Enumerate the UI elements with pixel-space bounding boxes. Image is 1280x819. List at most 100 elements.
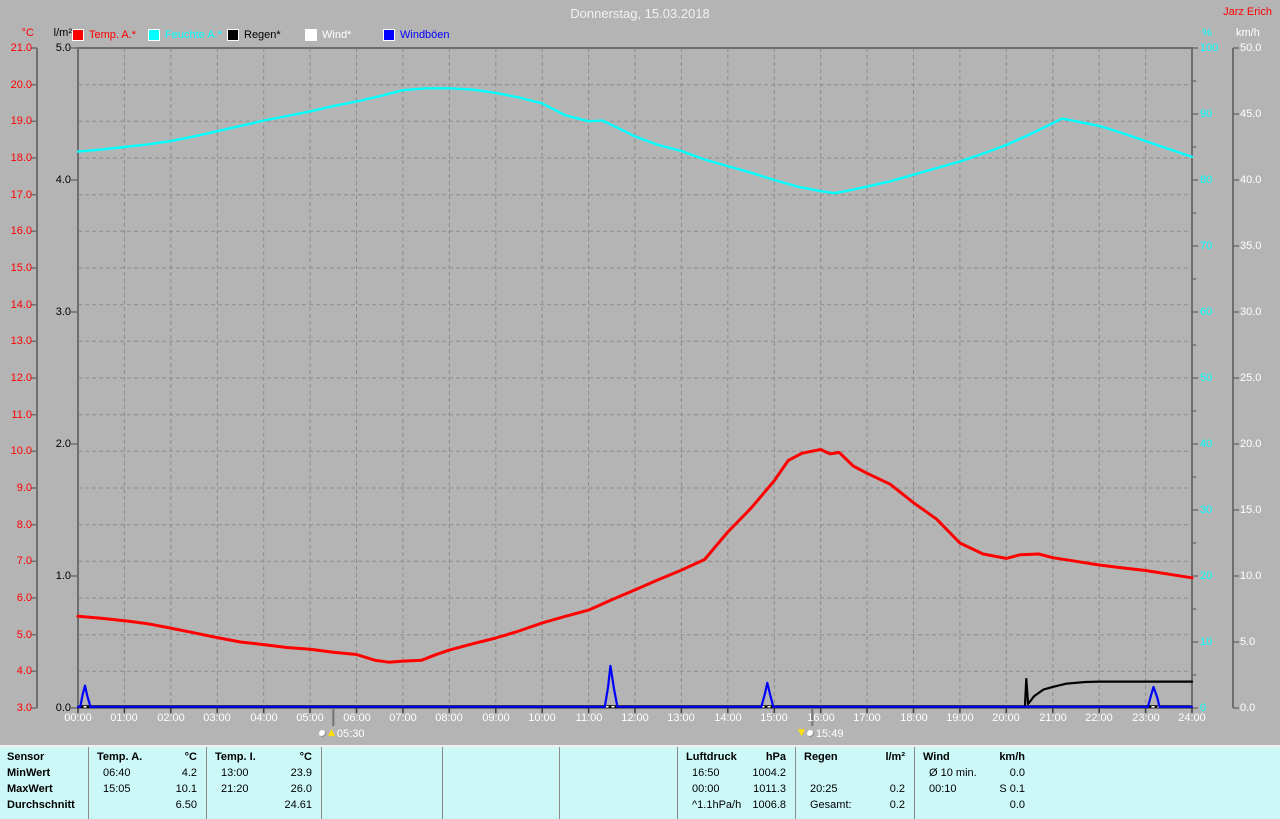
table-cell-value: 0.0 <box>1009 767 1025 779</box>
row-label-minwert: MinWert <box>7 767 51 779</box>
humidity-tick-label: 80 <box>1200 174 1213 186</box>
moonset-time: 15:49 <box>815 727 844 740</box>
rain-tick-label: 4.0 <box>55 174 71 186</box>
time-tick-label: 14:00 <box>714 712 742 724</box>
temp-tick-label: 9.0 <box>16 482 32 494</box>
temp-tick-label: 5.0 <box>16 629 32 641</box>
table-cell-time: 16:50 <box>692 767 720 779</box>
table-cell-time: Ø 10 min. <box>929 767 977 779</box>
moonset-arrow-icon: ▼ <box>798 728 805 738</box>
time-tick-label: 05:00 <box>296 712 324 724</box>
table-section-wind: Wind km/h Ø 10 min. 0.0 00:10 S 0.1 0.0 <box>914 747 1035 819</box>
wind-tick-label: 30.0 <box>1240 306 1262 318</box>
section-unit: °C <box>184 751 197 763</box>
table-cell-value: 4.2 <box>181 767 197 779</box>
humidity-tick-label: 100 <box>1200 42 1219 54</box>
time-tick-label: 22:00 <box>1085 712 1113 724</box>
table-cell-value: 0.2 <box>889 783 905 795</box>
section-unit: l/m² <box>885 751 905 763</box>
table-section-regen: Regen l/m² 20:25 0.2 Gesamt: 0.2 <box>795 747 915 819</box>
wind-tick-label: 45.0 <box>1240 108 1262 120</box>
temp-tick-label: 17.0 <box>10 189 32 201</box>
time-tick-label: 12:00 <box>621 712 649 724</box>
time-tick-label: 13:00 <box>667 712 695 724</box>
temp-tick-label: 21.0 <box>10 42 32 54</box>
table-cell-time: 21:20 <box>221 783 249 795</box>
temp-tick-label: 11.0 <box>11 409 32 421</box>
table-cell-value: 10.1 <box>175 783 197 795</box>
humidity-tick-label: 90 <box>1200 108 1213 120</box>
time-tick-label: 01:00 <box>110 712 138 724</box>
time-tick-label: 10:00 <box>528 712 556 724</box>
temp-tick-label: 20.0 <box>10 79 32 91</box>
time-tick-label: 20:00 <box>992 712 1020 724</box>
temp-tick-label: 18.0 <box>10 152 32 164</box>
wind-tick-label: 15.0 <box>1240 504 1262 516</box>
table-section-temp-a-: Temp. A. °C 06:40 4.2 15:05 10.1 6.50 <box>88 747 207 819</box>
moon-icon <box>806 730 814 737</box>
table-cell-value: 6.50 <box>175 799 197 811</box>
temp-tick-label: 15.0 <box>10 262 32 274</box>
wind-tick-label: 40.0 <box>1240 174 1262 186</box>
section-title: Luftdruck <box>686 751 737 763</box>
table-cell-value: 0.0 <box>1009 799 1025 811</box>
rain-tick-label: 2.0 <box>55 438 71 450</box>
table-cell-value: 26.0 <box>290 783 312 795</box>
time-tick-label: 24:00 <box>1178 712 1206 724</box>
temp-tick-label: 6.0 <box>16 592 32 604</box>
time-tick-label: 21:00 <box>1039 712 1067 724</box>
time-tick-label: 03:00 <box>203 712 231 724</box>
temp-tick-label: 8.0 <box>16 519 32 531</box>
time-tick-label: 02:00 <box>157 712 185 724</box>
humidity-tick-label: 70 <box>1200 240 1213 252</box>
table-cell-time: Gesamt: <box>810 799 852 811</box>
table-cell-time: 00:10 <box>929 783 957 795</box>
table-cell-value: S 0.1 <box>999 783 1025 795</box>
weather-station-app: { "header": { "title": "Donnerstag, 15.0… <box>0 0 1280 819</box>
wind-tick-label: 10.0 <box>1240 570 1262 582</box>
wind-tick-label: 50.0 <box>1240 42 1262 54</box>
section-title: Wind <box>923 751 950 763</box>
moonrise-marker: ▲ 05:30 <box>319 726 364 741</box>
wind-tick-label: 0.0 <box>1240 702 1256 714</box>
moon-icon <box>319 730 326 737</box>
table-cell-time: 20:25 <box>810 783 838 795</box>
summary-table: Sensor MinWert MaxWert Durchschnitt Temp… <box>0 745 1280 819</box>
time-tick-label: 23:00 <box>1132 712 1160 724</box>
section-title: Temp. A. <box>97 751 143 763</box>
temp-tick-label: 7.0 <box>16 555 32 567</box>
table-cell-time: 13:00 <box>221 767 249 779</box>
weather-chart <box>0 0 1280 745</box>
rain-tick-label: 3.0 <box>55 306 71 318</box>
time-tick-label: 18:00 <box>900 712 928 724</box>
moonrise-arrow-icon: ▲ <box>328 728 335 738</box>
temp-tick-label: 12.0 <box>10 372 32 384</box>
humidity-tick-label: 20 <box>1200 570 1213 582</box>
table-cell-value: 24.61 <box>284 799 312 811</box>
table-cell-value: 1004.2 <box>752 767 786 779</box>
wind-tick-label: 25.0 <box>1240 372 1262 384</box>
humidity-tick-label: 40 <box>1200 438 1213 450</box>
time-tick-label: 19:00 <box>946 712 974 724</box>
table-cell-time: 15:05 <box>103 783 131 795</box>
table-section-empty <box>442 747 560 819</box>
table-cell-time: ^1.1hPa/h <box>692 799 742 811</box>
temp-tick-label: 13.0 <box>10 335 32 347</box>
section-unit: °C <box>299 751 312 763</box>
table-section-empty <box>321 747 443 819</box>
time-tick-label: 09:00 <box>482 712 510 724</box>
table-section-temp-i-: Temp. I. °C 13:00 23.9 21:20 26.0 24.61 <box>206 747 322 819</box>
time-tick-label: 08:00 <box>435 712 463 724</box>
rain-tick-label: 1.0 <box>55 570 71 582</box>
temp-tick-label: 10.0 <box>10 445 32 457</box>
moonset-marker: ▼ 15:49 <box>798 726 843 741</box>
temp-tick-label: 4.0 <box>16 665 32 677</box>
humidity-tick-label: 50 <box>1200 372 1213 384</box>
time-tick-label: 11:00 <box>575 712 603 724</box>
wind-tick-label: 35.0 <box>1240 240 1262 252</box>
section-unit: hPa <box>765 751 786 763</box>
table-cell-value: 1011.3 <box>753 783 786 795</box>
table-cell-value: 23.9 <box>290 767 312 779</box>
time-tick-label: 17:00 <box>853 712 881 724</box>
time-tick-label: 16:00 <box>807 712 835 724</box>
